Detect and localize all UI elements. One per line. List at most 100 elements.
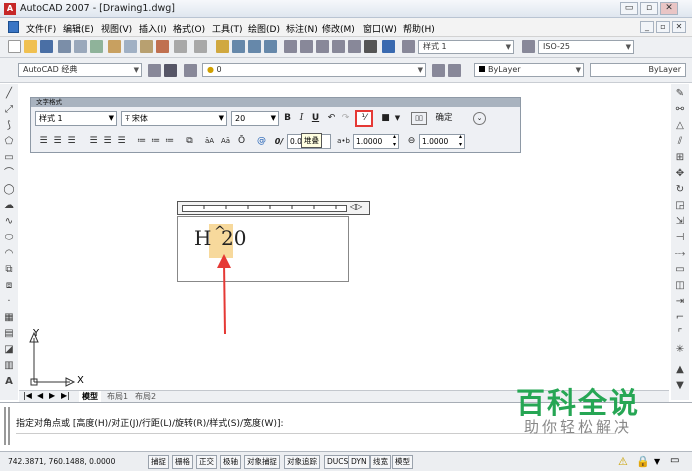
- rectangle-icon[interactable]: ▭: [3, 152, 15, 164]
- pan-icon[interactable]: [216, 40, 229, 53]
- polyline-icon[interactable]: ⟆: [3, 120, 15, 132]
- italic-button[interactable]: I: [295, 112, 308, 125]
- stack-icon[interactable]: ⅟: [355, 110, 373, 127]
- array-icon[interactable]: ⊞: [674, 152, 686, 164]
- stretch-icon[interactable]: ⇲: [674, 216, 686, 228]
- align-middle-icon[interactable]: ☰: [101, 135, 114, 148]
- menu-view[interactable]: 视图(V): [101, 22, 132, 35]
- overline-icon[interactable]: Ō: [235, 135, 248, 148]
- dim-style-icon[interactable]: [522, 40, 535, 53]
- calculator-icon[interactable]: [364, 40, 377, 53]
- doc-minimize-button[interactable]: _: [640, 21, 654, 33]
- move-icon[interactable]: ✥: [674, 168, 686, 180]
- tab-layout1[interactable]: 布局1: [107, 391, 128, 402]
- spline-icon[interactable]: ∿: [3, 216, 15, 228]
- status-menu-icon[interactable]: ▼: [654, 457, 660, 466]
- tab-nav-next-icon[interactable]: ▶: [49, 391, 55, 400]
- align-top-icon[interactable]: ☰: [87, 135, 100, 148]
- zoom-previous-icon[interactable]: [264, 40, 277, 53]
- extend-icon[interactable]: ⤏: [674, 248, 686, 260]
- grid-toggle[interactable]: 栅格: [172, 455, 193, 469]
- menu-insert[interactable]: 插入(I): [139, 22, 167, 35]
- tool-palettes-icon[interactable]: [316, 40, 329, 53]
- construction-line-icon[interactable]: ⤢: [3, 104, 15, 116]
- redo-icon[interactable]: ↷: [339, 112, 352, 125]
- properties-icon[interactable]: [284, 40, 297, 53]
- doc-close-button[interactable]: ✕: [672, 21, 686, 33]
- help-icon[interactable]: [382, 40, 395, 53]
- editor-ruler[interactable]: ◁▷: [177, 201, 370, 215]
- spinner-icon[interactable]: ▴ ▾: [459, 133, 462, 149]
- dim-style-select[interactable]: ISO-25 ▼: [538, 40, 634, 54]
- uppercase-icon[interactable]: āA: [203, 135, 216, 148]
- menu-window[interactable]: 窗口(W): [363, 22, 397, 35]
- snap-toggle[interactable]: 捕捉: [148, 455, 169, 469]
- color-select[interactable]: ByLayer ▼: [474, 63, 584, 77]
- scroll-down-icon[interactable]: ▼: [674, 380, 686, 392]
- text-height-dropdown[interactable]: 20 ▼: [231, 111, 279, 126]
- workspace-select[interactable]: AutoCAD 经典 ▼: [18, 63, 142, 77]
- hatch-icon[interactable]: ▦: [3, 312, 15, 324]
- options-icon[interactable]: ⌄: [473, 112, 486, 125]
- numbering-icon[interactable]: ≔: [135, 135, 148, 148]
- revcloud-icon[interactable]: ☁: [3, 200, 15, 212]
- ortho-toggle[interactable]: 正交: [196, 455, 217, 469]
- menu-file[interactable]: 文件(F): [26, 22, 56, 35]
- clean-screen-icon[interactable]: ▭: [670, 455, 679, 466]
- bullets-icon[interactable]: ≔: [149, 135, 162, 148]
- break-icon[interactable]: ▭: [674, 264, 686, 276]
- erase-icon[interactable]: ✎: [674, 88, 686, 100]
- ellipse-icon[interactable]: ⬭: [3, 232, 15, 244]
- model-toggle[interactable]: 模型: [392, 455, 413, 469]
- menu-draw[interactable]: 绘图(D): [248, 22, 280, 35]
- maximize-button[interactable]: ▫: [640, 2, 658, 15]
- doc-restore-button[interactable]: ▫: [656, 21, 670, 33]
- linetype-select[interactable]: ByLayer: [590, 63, 686, 77]
- otrack-toggle[interactable]: 对象追踪: [284, 455, 320, 469]
- redo-icon[interactable]: [194, 40, 207, 53]
- point-icon[interactable]: ·: [3, 296, 15, 308]
- layer-manager-icon[interactable]: [164, 64, 177, 77]
- scroll-up-icon[interactable]: ▲: [674, 364, 686, 376]
- chevron-down-icon[interactable]: ▼: [391, 112, 404, 125]
- tracking-input[interactable]: 1.0000 ▴ ▾: [353, 133, 399, 149]
- join-icon[interactable]: ◫: [674, 280, 686, 292]
- multiline-text-icon[interactable]: A: [3, 376, 15, 388]
- text-formatting-header[interactable]: 文字格式: [31, 98, 520, 107]
- make-block-icon[interactable]: ⧈: [3, 280, 15, 292]
- fillet2-icon[interactable]: ⌜: [674, 328, 686, 340]
- circle-icon[interactable]: ◯: [3, 184, 15, 196]
- warning-icon[interactable]: ⚠: [618, 455, 628, 468]
- ok-button[interactable]: 确定: [431, 112, 457, 125]
- line-icon[interactable]: ╱: [3, 88, 15, 100]
- zoom-realtime-icon[interactable]: [232, 40, 245, 53]
- undo-icon[interactable]: [174, 40, 187, 53]
- table-icon[interactable]: ▥: [3, 360, 15, 372]
- text-style-dropdown[interactable]: 样式 1 ▼: [35, 111, 117, 126]
- ruler-resize-handle[interactable]: ◁▷: [350, 202, 362, 211]
- make-layer-current-icon[interactable]: [432, 64, 445, 77]
- preview-icon[interactable]: [74, 40, 87, 53]
- layer-previous-icon[interactable]: [448, 64, 461, 77]
- lowercase-icon[interactable]: Aā: [219, 135, 232, 148]
- cut-icon[interactable]: [108, 40, 121, 53]
- underline-button[interactable]: U: [309, 112, 322, 125]
- tab-model[interactable]: 模型: [79, 391, 101, 402]
- text-style-select[interactable]: 样式 1 ▼: [418, 40, 514, 54]
- menu-tools[interactable]: 工具(T): [212, 22, 243, 35]
- align-center-icon[interactable]: ☰: [51, 135, 64, 148]
- tab-nav-first-icon[interactable]: |◀: [23, 391, 32, 400]
- tab-nav-last-icon[interactable]: ▶|: [61, 391, 70, 400]
- menu-format[interactable]: 格式(O): [173, 22, 205, 35]
- fillet-icon[interactable]: ⌐: [674, 312, 686, 324]
- lineweight-toggle[interactable]: 线宽: [370, 455, 391, 469]
- tab-nav-prev-icon[interactable]: ◀: [37, 391, 43, 400]
- command-grip[interactable]: [4, 407, 10, 445]
- chamfer-icon[interactable]: ⇥: [674, 296, 686, 308]
- design-center-icon[interactable]: [300, 40, 313, 53]
- ellipse-arc-icon[interactable]: ◠: [3, 248, 15, 260]
- polar-toggle[interactable]: 极轴: [220, 455, 241, 469]
- plot-icon[interactable]: [58, 40, 71, 53]
- uppercase-letters-icon[interactable]: ≔: [163, 135, 176, 148]
- text-style-icon[interactable]: [402, 40, 415, 53]
